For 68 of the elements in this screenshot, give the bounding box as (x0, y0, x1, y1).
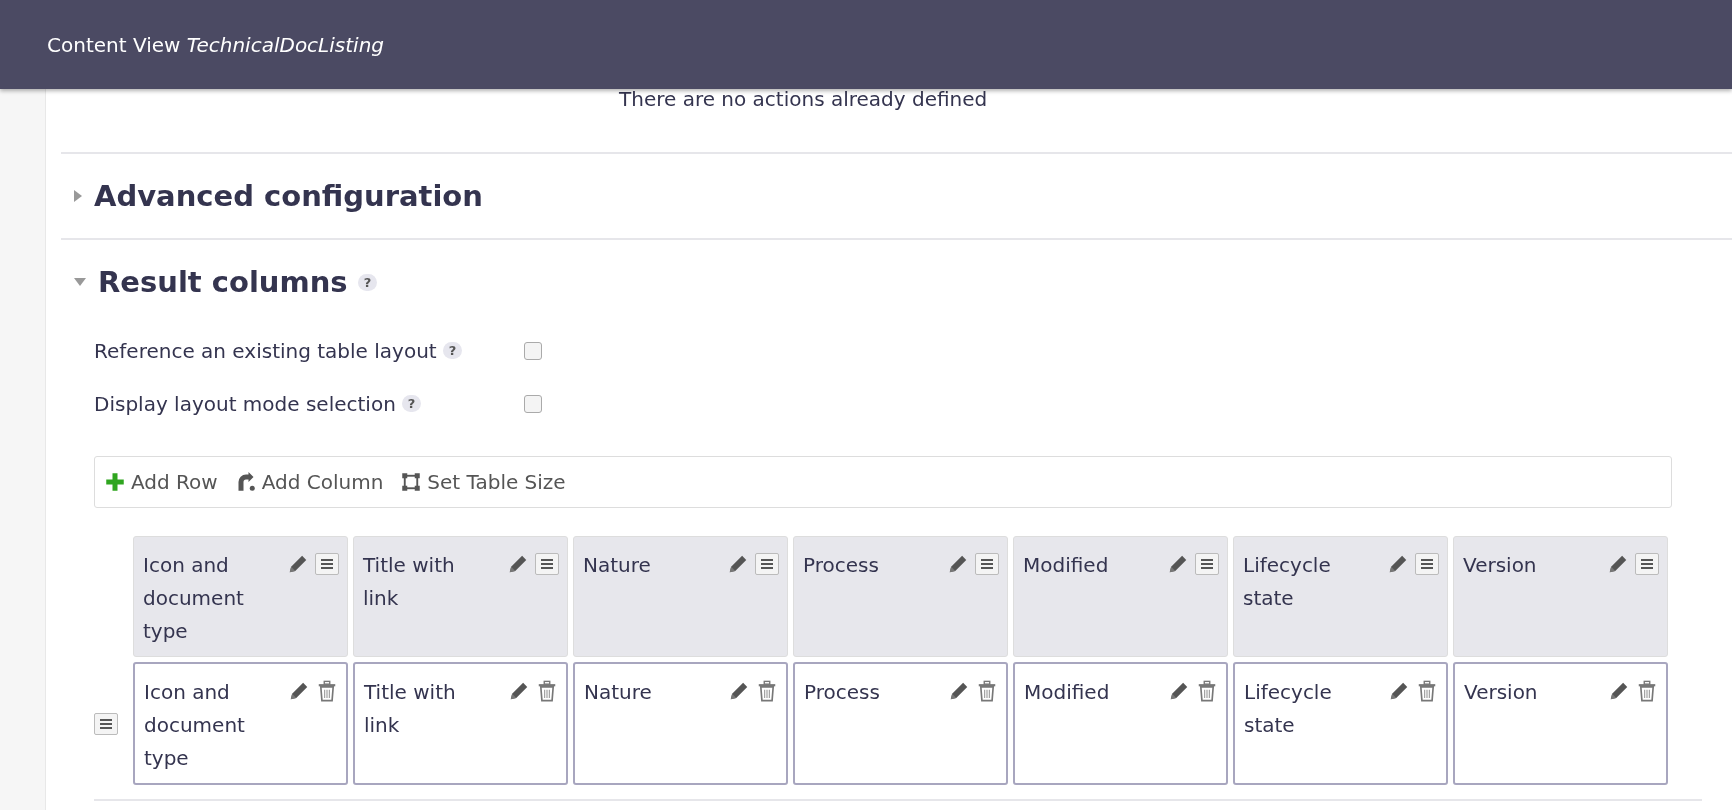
column-title: Nature (583, 552, 652, 579)
section-title: Advanced configuration (94, 179, 483, 213)
column-title: Title with link (363, 552, 456, 612)
trash-icon (536, 680, 558, 702)
column-title: Process (803, 552, 880, 579)
menu-button[interactable] (975, 553, 999, 575)
cell-text: Modified (1024, 679, 1111, 706)
menu-icon (1419, 556, 1435, 572)
cell-text: Process (804, 679, 881, 706)
trash-icon (316, 680, 338, 702)
help-badge[interactable]: ? (442, 342, 463, 359)
toolbar-button[interactable]: Set Table Size (401, 470, 566, 494)
pencil-icon (948, 680, 970, 702)
cell-text: Version (1464, 679, 1539, 706)
trash-icon (976, 680, 998, 702)
cell-text: Nature (584, 679, 653, 706)
collapse-arrow-icon[interactable] (74, 278, 86, 286)
trash-icon (1196, 680, 1218, 702)
toolbar-button[interactable]: Add Row (105, 470, 218, 494)
column-title: Version (1463, 552, 1538, 579)
pencil-icon (1608, 680, 1630, 702)
pencil-icon (1607, 553, 1629, 575)
column-title: Lifecycle state (1243, 552, 1332, 612)
pencil-icon (1167, 553, 1189, 575)
pencil-icon (508, 680, 530, 702)
help-badge[interactable]: ? (357, 273, 378, 291)
pencil-icon (727, 553, 749, 575)
cell-text: Icon and document type (144, 679, 246, 772)
pencil-icon (728, 680, 750, 702)
cell-text: Lifecycle state (1244, 679, 1333, 739)
checkbox[interactable] (524, 394, 542, 413)
trash-icon (1416, 680, 1438, 702)
pencil-icon (287, 553, 309, 575)
option-label: Display layout mode selection (94, 391, 396, 416)
expand-arrow-icon[interactable] (74, 190, 82, 202)
column-title: Icon and document type (143, 552, 245, 645)
option-label: Reference an existing table layout (94, 338, 437, 363)
menu-icon (319, 556, 335, 572)
pencil-icon (1388, 680, 1410, 702)
menu-button[interactable] (1415, 553, 1439, 575)
section-title: Result columns (98, 265, 348, 299)
pencil-icon (288, 680, 310, 702)
menu-icon (979, 556, 995, 572)
plus-icon (105, 472, 125, 492)
toolbar-button[interactable]: Add Column (235, 470, 384, 494)
menu-button[interactable] (1635, 553, 1659, 575)
trash-icon (756, 680, 778, 702)
menu-icon (539, 556, 555, 572)
menu-icon (759, 556, 775, 572)
menu-icon (1199, 556, 1215, 572)
resize-icon (401, 472, 422, 492)
pencil-icon (947, 553, 969, 575)
checkbox[interactable] (524, 341, 542, 360)
menu-icon (1639, 556, 1655, 572)
trash-icon (1636, 680, 1658, 702)
menu-button[interactable] (315, 553, 339, 575)
help-badge[interactable]: ? (401, 395, 422, 412)
info-message: There are no actions already defined (618, 86, 989, 113)
menu-button[interactable] (1195, 553, 1219, 575)
menu-button[interactable] (94, 712, 118, 735)
pencil-icon (1387, 553, 1409, 575)
window-title: Content View TechnicalDocListing (47, 32, 384, 57)
cell-text: Title with link (364, 679, 457, 739)
pencil-icon (1168, 680, 1190, 702)
column-title: Modified (1023, 552, 1110, 579)
menu-button[interactable] (755, 553, 779, 575)
menu-button[interactable] (535, 553, 559, 575)
pencil-icon (507, 553, 529, 575)
